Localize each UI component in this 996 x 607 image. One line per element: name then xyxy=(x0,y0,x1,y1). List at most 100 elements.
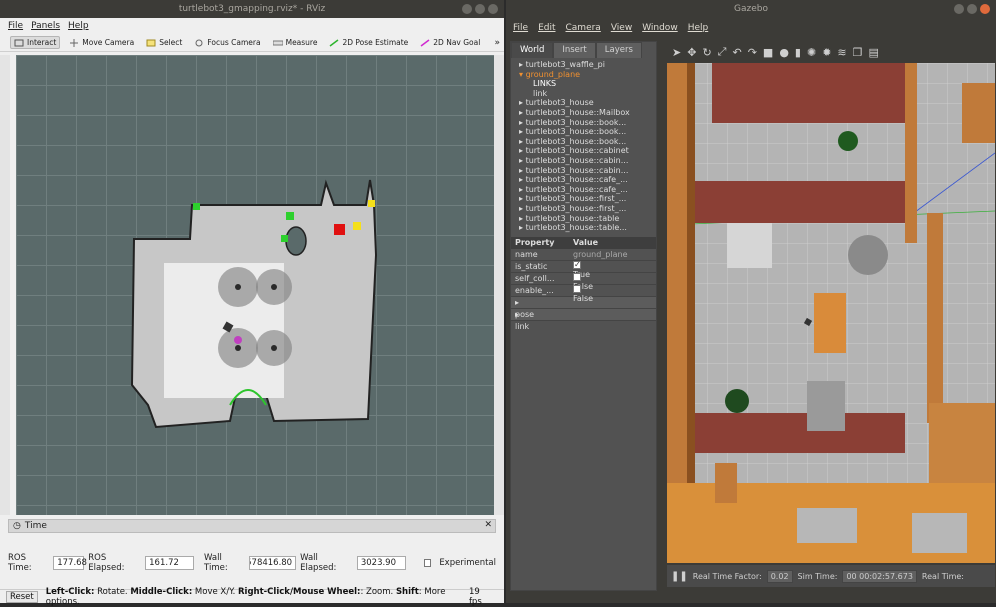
tree-item[interactable]: ▸ turtlebot3_house::cafe_... xyxy=(519,175,656,185)
nav-goal-tool[interactable]: 2D Nav Goal xyxy=(417,37,483,48)
rviz-title: turtlebot3_gmapping.rviz* - RViz xyxy=(178,4,326,14)
tree-item-selected[interactable]: ▾ ground_plane xyxy=(519,70,656,80)
close-button[interactable] xyxy=(488,4,498,14)
interact-tool[interactable]: Interact xyxy=(10,36,61,49)
tree-item[interactable]: ▸ turtlebot3_house::cabinet xyxy=(519,146,656,156)
spot-light-icon[interactable]: ✹ xyxy=(822,46,831,59)
directional-light-icon[interactable]: ≋ xyxy=(837,46,846,59)
cylinder-shape-icon[interactable]: ▮ xyxy=(795,46,801,59)
tree-item-label: turtlebot3_waffle_pi xyxy=(525,60,605,69)
is-static-checkbox[interactable] xyxy=(573,259,581,271)
translate-icon[interactable]: ✥ xyxy=(687,46,696,59)
tool-label: Interact xyxy=(27,38,57,47)
menu-file[interactable]: File xyxy=(8,21,23,31)
property-value[interactable]: False xyxy=(569,284,656,303)
tree-item[interactable]: ▸ turtlebot3_house::first_... xyxy=(519,194,656,204)
self-collide-checkbox[interactable] xyxy=(573,272,581,281)
wall-time-field[interactable]: 34578416.80 xyxy=(249,556,297,570)
time-panel: ◷ Time ✕ ROS Time: 177.68 ROS Elapsed: 1… xyxy=(8,519,496,589)
rviz-3d-viewport[interactable] xyxy=(16,55,494,515)
toolbar-overflow-icon[interactable]: » xyxy=(494,38,500,48)
tree-item[interactable]: ▸ turtlebot3_house::table xyxy=(519,214,656,224)
copy-icon[interactable]: ❐ xyxy=(853,46,863,59)
redo-icon[interactable]: ↷ xyxy=(748,46,757,59)
ros-elapsed-label: ROS Elapsed: xyxy=(88,553,125,573)
menu-camera[interactable]: Camera xyxy=(566,23,601,33)
property-row: is_static True xyxy=(511,259,656,279)
pose-estimate-tool[interactable]: 2D Pose Estimate xyxy=(326,37,411,48)
point-light-icon[interactable]: ✺ xyxy=(807,46,816,59)
fps-counter: 19 fps xyxy=(468,586,482,607)
menu-window[interactable]: Window xyxy=(642,23,678,33)
tab-world[interactable]: World xyxy=(511,42,554,58)
help-key: Middle-Click: xyxy=(130,586,193,597)
tree-item[interactable]: ▸ turtlebot3_house::Mailbox xyxy=(519,108,656,118)
paste-icon[interactable]: ▤ xyxy=(869,46,879,59)
property-group-label: ▸ link xyxy=(511,309,569,331)
menu-panels[interactable]: Panels xyxy=(31,21,60,31)
experimental-checkbox[interactable] xyxy=(423,559,432,567)
property-value: ground_plane xyxy=(573,249,628,259)
property-group-link[interactable]: ▸ link xyxy=(511,308,656,331)
right-dock-handle[interactable] xyxy=(494,55,504,515)
maximize-button[interactable] xyxy=(475,4,485,14)
tree-item[interactable]: ▸ turtlebot3_waffle_pi xyxy=(519,60,656,70)
tree-item[interactable]: ▸ turtlebot3_house::book... xyxy=(519,118,656,128)
measure-tool[interactable]: Measure xyxy=(270,37,321,48)
select-tool[interactable]: Select xyxy=(143,37,185,48)
menu-edit[interactable]: Edit xyxy=(538,23,555,33)
rtf-field: 0.02 xyxy=(766,569,793,583)
tree-item-label: turtlebot3_house xyxy=(525,98,594,108)
menu-view[interactable]: View xyxy=(611,23,632,33)
focus-camera-tool[interactable]: Focus Camera xyxy=(191,37,263,48)
tree-item[interactable]: ▸ turtlebot3_house::book... xyxy=(519,137,656,147)
tab-insert[interactable]: Insert xyxy=(553,42,596,58)
experimental-label: Experimental xyxy=(439,558,496,568)
tab-layers[interactable]: Layers xyxy=(595,42,642,58)
enable-wind-checkbox[interactable] xyxy=(573,284,581,293)
left-dock-handle[interactable] xyxy=(0,55,10,515)
help-key: Left-Click: xyxy=(45,586,95,597)
minimize-button[interactable] xyxy=(462,4,472,14)
close-button[interactable] xyxy=(980,4,990,14)
undo-icon[interactable]: ↶ xyxy=(732,46,741,59)
scale-icon[interactable]: ⤢ xyxy=(718,45,727,59)
menu-file[interactable]: File xyxy=(513,23,528,33)
property-value[interactable]: True xyxy=(569,259,656,279)
rotate-icon[interactable]: ↻ xyxy=(702,46,711,59)
gazebo-3d-scene[interactable] xyxy=(666,63,996,563)
tree-item[interactable]: ▸ turtlebot3_house::book... xyxy=(519,127,656,137)
tree-item[interactable]: LINKS xyxy=(519,79,656,89)
tree-item[interactable]: link xyxy=(519,89,656,99)
tree-item[interactable]: ▸ turtlebot3_house xyxy=(519,98,656,108)
menu-help[interactable]: Help xyxy=(688,23,709,33)
help-key: Shift xyxy=(395,586,419,597)
maximize-button[interactable] xyxy=(967,4,977,14)
property-name: name xyxy=(515,249,538,259)
move-camera-tool[interactable]: Move Camera xyxy=(66,37,137,48)
box-shape-icon[interactable]: ■ xyxy=(763,46,773,59)
minimize-button[interactable] xyxy=(954,4,964,14)
tree-item-label: turtlebot3_house::cabin... xyxy=(525,155,629,165)
tree-item-label: turtlebot3_house::Mailbox xyxy=(525,107,630,117)
sphere-shape-icon[interactable]: ● xyxy=(779,46,789,59)
world-panel: World Insert Layers ▸ turtlebot3_waffle_… xyxy=(510,41,657,591)
close-panel-icon[interactable]: ✕ xyxy=(484,520,492,530)
tree-item[interactable]: ▸ turtlebot3_house::cabin... xyxy=(519,156,656,166)
property-value[interactable]: False xyxy=(569,272,656,291)
select-arrow-icon[interactable]: ➤ xyxy=(672,46,681,59)
menu-help[interactable]: Help xyxy=(68,21,89,31)
reset-button[interactable]: Reset xyxy=(6,590,38,603)
ros-elapsed-field[interactable]: 161.72 xyxy=(145,556,195,570)
wall-time-label: Wall Time: xyxy=(204,553,228,573)
property-group-label: ▸ pose xyxy=(511,297,569,319)
tree-item[interactable]: ▸ turtlebot3_house::first_... xyxy=(519,204,656,214)
pause-icon[interactable]: ❚❚ xyxy=(671,571,688,582)
ros-time-field[interactable]: 177.68 xyxy=(53,556,87,570)
gazebo-title: Gazebo xyxy=(734,4,768,14)
tree-item[interactable]: ▸ turtlebot3_house::cafe_... xyxy=(519,185,656,195)
tree-item[interactable]: ▸ turtlebot3_house::cabin... xyxy=(519,166,656,176)
tree-item[interactable]: ▸ turtlebot3_house::table... xyxy=(519,223,656,233)
property-name: enable_... xyxy=(515,285,554,295)
wall-elapsed-field[interactable]: 3023.90 xyxy=(356,556,406,570)
